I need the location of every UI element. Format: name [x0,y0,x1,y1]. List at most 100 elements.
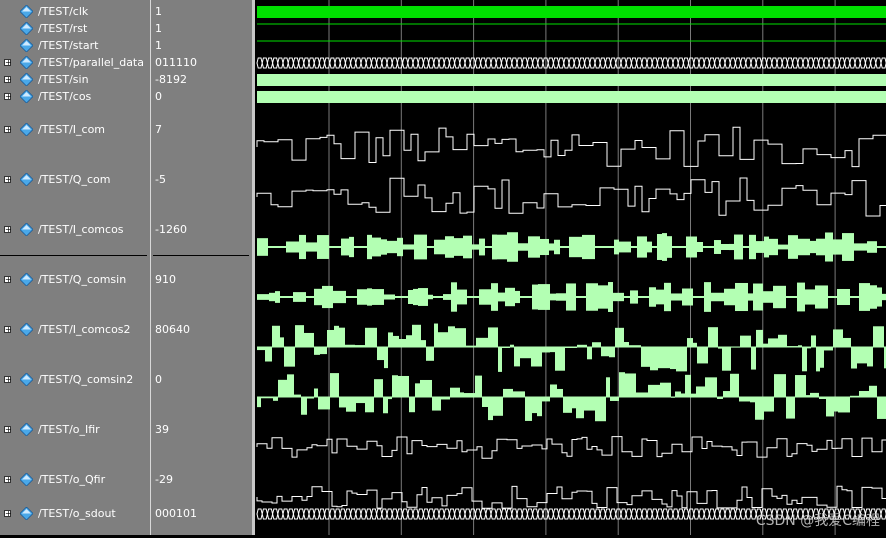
signal-diamond-icon [19,222,34,237]
bar-wave-segment [398,375,409,397]
clock-wave [257,6,886,18]
signal-row[interactable]: /TEST/Q_com [0,172,150,188]
expand-plus-icon[interactable] [4,59,11,66]
symmetric-wave-segment [275,291,280,303]
symmetric-wave-segment [505,287,515,307]
symmetric-wave-segment [837,288,850,306]
signal-diamond-icon [19,122,34,137]
bar-wave-segment [432,397,441,411]
symmetric-wave-segment [714,240,721,254]
symmetric-wave-segment [280,246,286,248]
expand-plus-icon[interactable] [4,326,11,333]
bar-wave-segment [768,338,778,347]
signal-row[interactable]: /TEST/rst [0,21,150,37]
bar-wave-segment [426,347,434,361]
bar-wave-segment [609,347,615,358]
symmetric-wave-segment [614,239,619,255]
signal-row[interactable]: /TEST/cos [0,89,150,105]
bar-wave-segment [392,375,398,397]
bar-wave-segment [587,347,592,360]
expand-plus-icon[interactable] [4,276,11,283]
signal-name: /TEST/parallel_data [38,56,144,69]
symmetric-wave-segment [268,246,280,248]
waveform-pane[interactable] [255,0,886,535]
symmetric-wave-segment [540,238,549,256]
expand-plus-icon[interactable] [4,476,11,483]
symmetric-wave-segment [485,246,492,248]
symmetric-wave-segment [734,234,743,260]
symmetric-wave-segment [647,241,652,253]
signal-row[interactable]: /TEST/o_Ifir [0,422,150,438]
symmetric-wave-segment [598,285,608,309]
symmetric-wave-segment [672,246,680,248]
bar-wave-segment [284,347,295,367]
bar-wave-segment [265,347,272,362]
symmetric-wave-segment [414,234,427,260]
bar-wave-segment [708,327,718,347]
symmetric-wave-segment [397,237,403,257]
signal-value: 910 [155,273,176,286]
symmetric-wave-segment [367,234,372,260]
symmetric-wave-segment [877,287,882,307]
bar-wave-segment [415,383,420,397]
symmetric-wave-segment [434,239,445,255]
bar-wave-segment [434,323,438,347]
expand-plus-icon[interactable] [4,426,11,433]
analog-band-wave [257,74,886,86]
signal-row[interactable]: /TEST/parallel_data [0,55,150,71]
symmetric-wave-segment [859,283,870,311]
symmetric-wave-segment [492,234,497,260]
bar-wave-segment [658,347,670,369]
bar-wave-segment [670,347,676,370]
bar-wave-segment [374,379,383,397]
symmetric-wave-segment [372,237,381,257]
bar-wave-segment [273,397,278,401]
symmetric-wave-segment [472,244,479,250]
bar-wave-segment [774,374,786,397]
bar-wave-segment [722,347,731,371]
symmetric-wave-segment [357,289,367,305]
signal-row[interactable]: /TEST/Q_comsin [0,272,150,288]
signal-row[interactable]: /TEST/o_Qfir [0,472,150,488]
signal-row[interactable]: /TEST/start [0,38,150,54]
expand-plus-icon[interactable] [4,76,11,83]
expand-plus-icon[interactable] [4,226,11,233]
bar-wave-segment [834,397,838,412]
symmetric-wave-segment [724,288,735,306]
symmetric-wave-segment [786,296,797,298]
signal-row[interactable]: /TEST/I_comcos2 [0,322,150,338]
bar-wave-segment [295,325,304,347]
signal-row[interactable]: /TEST/I_com [0,122,150,138]
bar-wave-segment [584,397,595,411]
symmetric-wave-segment [395,296,408,298]
signal-diamond-icon [19,322,34,337]
signal-row[interactable]: /TEST/I_comcos [0,222,150,238]
bus-wave [256,57,886,69]
signal-value: 1 [155,22,162,35]
signal-row[interactable]: /TEST/Q_comsin2 [0,372,150,388]
signal-row[interactable]: /TEST/sin [0,72,150,88]
bar-wave-segment [816,347,820,372]
signal-diamond-icon [19,55,34,70]
expand-plus-icon[interactable] [4,93,11,100]
expand-plus-icon[interactable] [4,126,11,133]
bar-wave-segment [304,332,314,347]
bar-wave-segment [550,384,557,397]
bar-wave-segment [525,397,532,421]
signal-row[interactable]: /TEST/o_sdout [0,506,150,522]
symmetric-wave-segment [810,240,816,254]
symmetric-wave-segment [550,293,556,301]
symmetric-wave-segment [867,241,877,253]
expand-plus-icon[interactable] [4,376,11,383]
symmetric-wave-segment [854,243,867,251]
symmetric-wave-segment [341,238,349,256]
signal-diamond-icon [19,21,34,36]
symmetric-wave-segment [532,284,538,310]
bar-wave-segment [513,391,525,397]
expand-plus-icon[interactable] [4,510,11,517]
symmetric-wave-segment [372,289,384,305]
signal-row[interactable]: /TEST/clk [0,4,150,20]
expand-plus-icon[interactable] [4,176,11,183]
bar-wave-segment [648,384,660,397]
bar-wave-segment [550,347,555,353]
